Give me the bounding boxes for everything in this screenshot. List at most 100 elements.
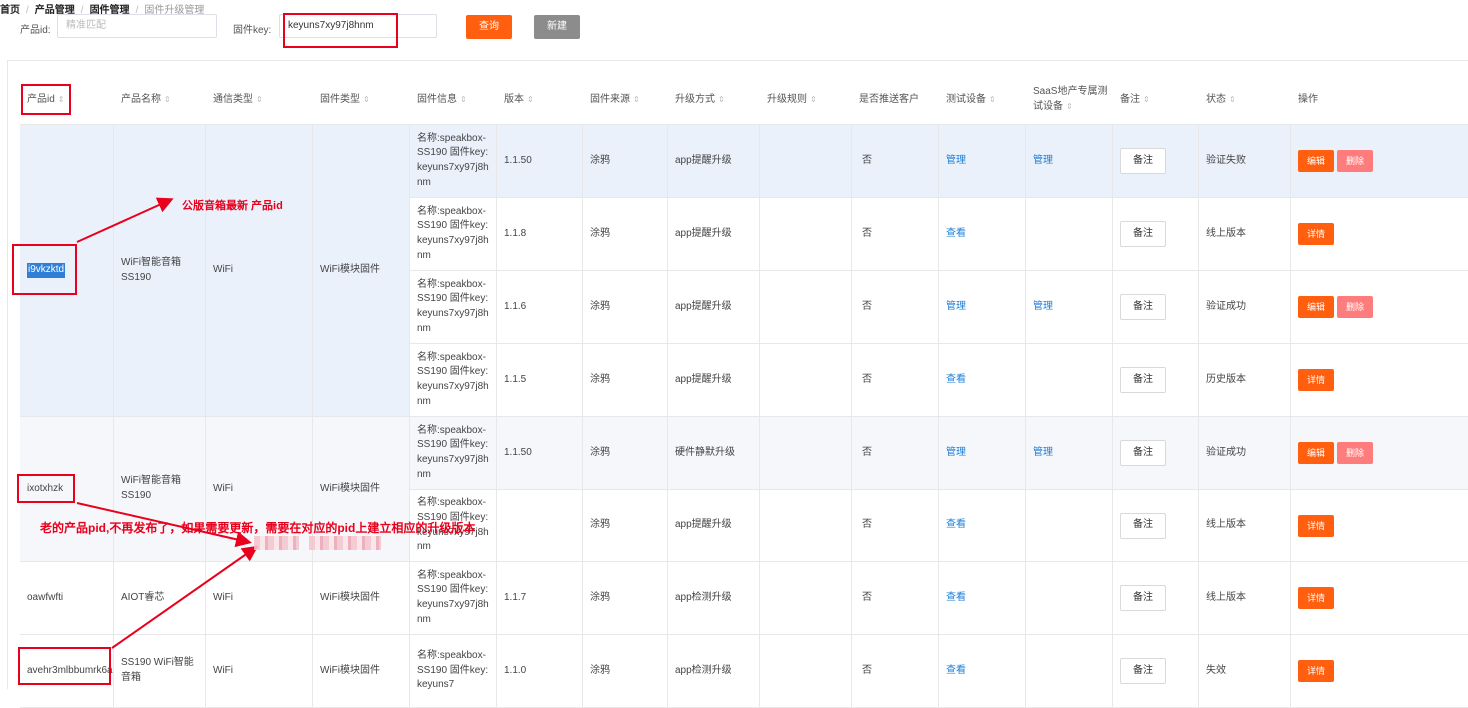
push-cell: 否 (852, 490, 939, 562)
source-cell: 涂鸦 (583, 271, 668, 344)
delete-button[interactable]: 删除 (1337, 296, 1374, 318)
upgrade-rule-cell (760, 562, 852, 635)
col-header-test-device[interactable]: 测试设备 ⇕ (939, 74, 1026, 125)
firmware-info-text: 名称:speakbox-SS190 固件key:keyuns7xy97j8hnm (417, 132, 489, 188)
test-device-link[interactable]: 管理 (946, 300, 966, 315)
product-id-cell: oawfwfti (20, 562, 114, 635)
breadcrumb-home[interactable]: 首页 (0, 5, 20, 16)
firmware-info-cell: 名称:speakbox-SS190 固件key:keyuns7xy97j8hnm (410, 125, 497, 198)
push-text: 否 (862, 664, 872, 676)
col-header-saas-device[interactable]: SaaS地产专属测试设备 ⇕ (1026, 74, 1113, 125)
delete-button[interactable]: 删除 (1337, 442, 1374, 464)
firmware-info-text: 名称:speakbox-SS190 固件key:keyuns7xy97j8hnm (417, 205, 489, 261)
actions-cell: 详情 (1291, 344, 1468, 417)
test-device-link[interactable]: 管理 (946, 154, 966, 169)
firmware-info-cell: 名称:speakbox-SS190 固件key:keyuns7xy97j8hnm (410, 417, 497, 490)
upgrade-method-cell: app提醒升级 (668, 271, 760, 344)
col-header-status[interactable]: 状态 ⇕ (1199, 74, 1291, 125)
col-header-upgrade-method[interactable]: 升级方式 ⇕ (668, 74, 760, 125)
test-device-link[interactable]: 查看 (946, 664, 966, 679)
version-text: 1.1.5 (504, 373, 527, 385)
test-device-link[interactable]: 查看 (946, 591, 966, 606)
saas-device-cell (1026, 635, 1113, 708)
saas-device-link[interactable]: 管理 (1033, 300, 1053, 315)
col-header-comm-type[interactable]: 通信类型 ⇕ (206, 74, 313, 125)
version-text: 1.1.0 (504, 664, 527, 676)
test-device-link[interactable]: 管理 (946, 446, 966, 461)
saas-device-cell: 管理 (1026, 125, 1113, 198)
firmware-type-text: WiFi模块固件 (320, 664, 380, 676)
detail-button[interactable]: 详情 (1298, 223, 1335, 245)
saas-device-cell (1026, 344, 1113, 417)
detail-button[interactable]: 详情 (1298, 369, 1335, 391)
query-button[interactable]: 查询 (466, 15, 512, 39)
col-header-upgrade-rule[interactable]: 升级规则 ⇕ (760, 74, 852, 125)
remark-button[interactable]: 备注 (1120, 367, 1166, 393)
version-text: 1.1.8 (504, 227, 527, 239)
remark-button[interactable]: 备注 (1120, 148, 1166, 174)
upgrade-rule-cell (760, 635, 852, 708)
edit-button[interactable]: 编辑 (1298, 150, 1335, 172)
source-text: 涂鸦 (590, 227, 610, 239)
saas-device-link[interactable]: 管理 (1033, 446, 1053, 461)
detail-button[interactable]: 详情 (1298, 660, 1335, 682)
product-name-cell: AIOT睿芯 (114, 562, 206, 635)
test-device-link[interactable]: 查看 (946, 227, 966, 242)
remark-cell: 备注 (1113, 125, 1199, 198)
delete-button[interactable]: 删除 (1337, 150, 1374, 172)
push-cell: 否 (852, 562, 939, 635)
status-cell: 失效 (1199, 635, 1291, 708)
remark-button[interactable]: 备注 (1120, 512, 1166, 539)
saas-device-cell: 管理 (1026, 417, 1113, 490)
source-text: 涂鸦 (590, 519, 610, 531)
status-text: 历史版本 (1206, 373, 1246, 385)
edit-button[interactable]: 编辑 (1298, 442, 1335, 464)
firmware-type-text: WiFi模块固件 (320, 482, 380, 494)
remark-button[interactable]: 备注 (1120, 440, 1166, 466)
test-device-link[interactable]: 查看 (946, 518, 966, 533)
remark-button[interactable]: 备注 (1120, 585, 1166, 611)
upgrade-rule-cell (760, 490, 852, 562)
new-button[interactable]: 新建 (534, 15, 580, 39)
saas-device-link[interactable]: 管理 (1033, 154, 1053, 169)
col-header-remark[interactable]: 备注 ⇕ (1113, 74, 1199, 125)
remark-button[interactable]: 备注 (1120, 221, 1166, 247)
edit-button[interactable]: 编辑 (1298, 296, 1335, 318)
col-header-firmware-info[interactable]: 固件信息 ⇕ (410, 74, 497, 125)
firmware-key-label: 固件key: (233, 25, 272, 36)
version-text: 1.1.50 (504, 446, 532, 458)
status-cell: 验证成功 (1199, 271, 1291, 344)
upgrade-method-cell: app提醒升级 (668, 125, 760, 198)
col-header-push[interactable]: 是否推送客户 (852, 74, 939, 125)
action-buttons: 编辑 删除 (1298, 442, 1374, 464)
status-cell: 线上版本 (1199, 490, 1291, 562)
detail-button[interactable]: 详情 (1298, 587, 1335, 609)
push-cell: 否 (852, 125, 939, 198)
product-name-cell: WiFi智能音箱SS190 (114, 417, 206, 562)
upgrade-method-cell: app检测升级 (668, 635, 760, 708)
blurred-text-1 (254, 536, 299, 550)
comm-type-text: WiFi (213, 591, 233, 603)
detail-button[interactable]: 详情 (1298, 514, 1335, 537)
firmware-info-cell: 名称:speakbox-SS190 固件key:keyuns7 (410, 635, 497, 708)
version-text: 1.1.50 (504, 154, 532, 166)
col-header-product-name[interactable]: 产品名称 ⇕ (114, 74, 206, 125)
col-header-firmware-type[interactable]: 固件类型 ⇕ (313, 74, 410, 125)
test-device-cell: 管理 (939, 271, 1026, 344)
product-id-input[interactable]: 精准匹配 (57, 14, 217, 38)
col-header-source[interactable]: 固件来源 ⇕ (583, 74, 668, 125)
source-cell: 涂鸦 (583, 417, 668, 490)
product-id-text: oawfwfti (27, 591, 64, 603)
product-name-text: SS190 WiFi智能音箱 (121, 657, 194, 683)
push-text: 否 (862, 227, 872, 239)
source-cell: 涂鸦 (583, 125, 668, 198)
firmware-info-cell: 名称:speakbox-SS190 固件key:keyuns7xy97j8hnm (410, 562, 497, 635)
col-header-version[interactable]: 版本 ⇕ (497, 74, 583, 125)
annotation-note-latest-pid: 公版音箱最新 产品id (182, 200, 283, 212)
remark-button[interactable]: 备注 (1120, 294, 1166, 320)
remark-cell: 备注 (1113, 635, 1199, 708)
source-cell: 涂鸦 (583, 198, 668, 271)
upgrade-method-cell: app提醒升级 (668, 490, 760, 562)
remark-button[interactable]: 备注 (1120, 658, 1166, 684)
test-device-link[interactable]: 查看 (946, 373, 966, 388)
